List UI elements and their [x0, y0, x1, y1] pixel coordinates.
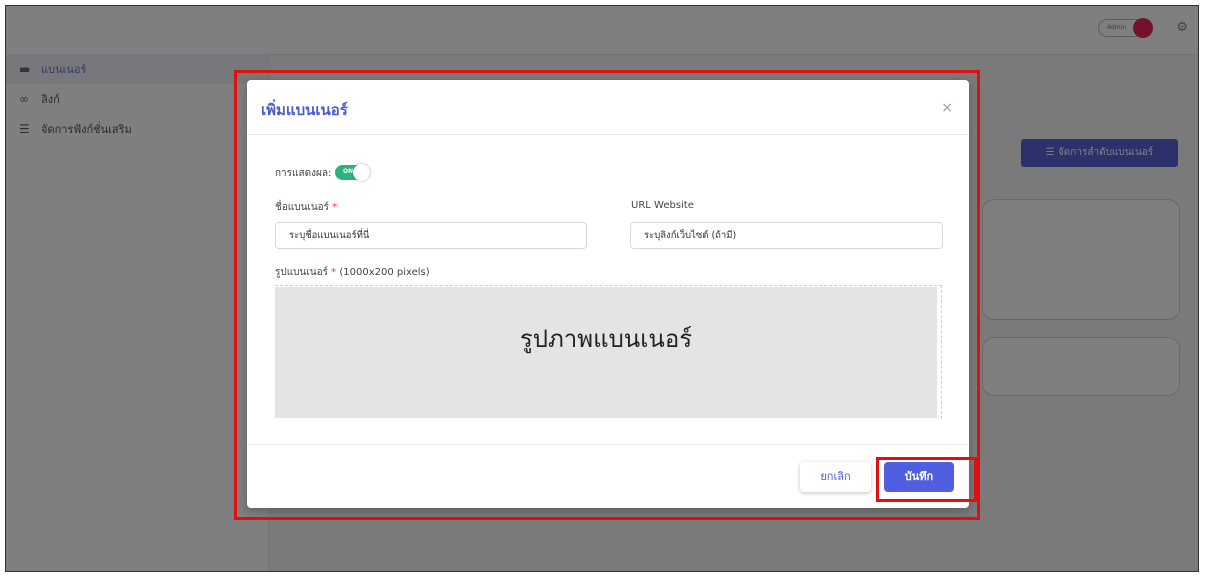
banner-image-label: รูปแบนเนอร์ * (1000x200 pixels) [275, 265, 430, 280]
toggle-knob [353, 164, 370, 181]
modal-title: เพิ่มแบนเนอร์ [261, 101, 348, 119]
save-highlight-box [876, 457, 977, 502]
required-mark: * [332, 202, 338, 213]
banner-name-label-text: ชื่อแบนเนอร์ [275, 202, 330, 213]
image-placeholder-text: รูปภาพแบนเนอร์ [519, 325, 693, 353]
banner-name-label: ชื่อแบนเนอร์ * [275, 200, 337, 215]
cancel-button[interactable]: ยกเลิก [800, 462, 871, 492]
toggle-state-text: ON [343, 168, 354, 175]
modal-header: เพิ่มแบนเนอร์ × [247, 80, 969, 135]
url-label: URL Website [631, 200, 694, 211]
url-input[interactable]: ระบุลิงก์เว็บไซต์ (ถ้ามี) [630, 222, 943, 249]
modal-footer: ยกเลิก บันทึก [247, 444, 969, 508]
banner-name-input[interactable]: ระบุชื่อแบนเนอร์ที่นี่ [275, 222, 587, 249]
image-upload-area[interactable]: รูปภาพแบนเนอร์ [275, 287, 937, 418]
banner-image-label-text: รูปแบนเนอร์ [275, 267, 328, 278]
close-icon[interactable]: × [941, 100, 953, 116]
image-size-hint: (1000x200 pixels) [336, 267, 430, 278]
display-label: การแสดงผล: [275, 168, 332, 179]
add-banner-modal: เพิ่มแบนเนอร์ × การแสดงผล: ON ชื่อแบนเนอ… [247, 80, 969, 508]
display-toggle[interactable]: ON [335, 164, 370, 181]
